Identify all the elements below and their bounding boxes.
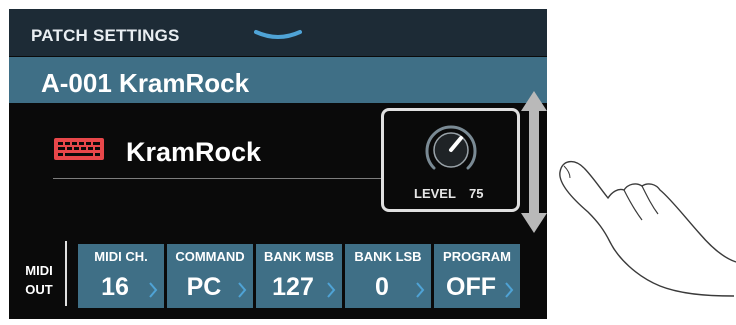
param-label: BANK MSB (263, 249, 335, 264)
midi-out-label: MIDI OUT (19, 261, 59, 299)
param-value: PC (186, 273, 222, 301)
midi-out-line1: MIDI (25, 263, 53, 278)
param-command[interactable]: COMMAND PC (167, 244, 253, 308)
device-screen: PATCH SETTINGS A-001 KramRock KramRock L… (9, 9, 547, 319)
param-label: COMMAND (175, 249, 245, 264)
page-title: PATCH SETTINGS (31, 26, 180, 45)
param-value: 0 (375, 273, 389, 301)
level-control[interactable]: LEVEL 75 (381, 108, 520, 212)
param-midi-channel[interactable]: MIDI CH. 16 (78, 244, 164, 308)
param-bank-msb[interactable]: BANK MSB 127 (256, 244, 342, 308)
param-label: PROGRAM (443, 249, 511, 264)
chevron-down-icon[interactable] (254, 29, 302, 43)
midi-divider (65, 241, 67, 306)
param-value: 127 (272, 273, 314, 301)
param-bank-lsb[interactable]: BANK LSB 0 (345, 244, 431, 308)
param-value: OFF (446, 273, 496, 301)
instrument-name: KramRock (126, 137, 262, 167)
divider (53, 178, 383, 179)
param-label: BANK LSB (354, 249, 422, 264)
chevron-right-icon (416, 282, 425, 298)
chevron-right-icon (327, 282, 336, 298)
level-label: LEVEL (414, 186, 456, 201)
header-bar: PATCH SETTINGS (9, 9, 547, 56)
chevron-right-icon (238, 282, 247, 298)
param-label: MIDI CH. (94, 249, 148, 264)
param-value: 16 (101, 273, 129, 301)
param-program[interactable]: PROGRAM OFF (434, 244, 520, 308)
keyboard-icon (54, 138, 104, 160)
hand-swipe-gesture-icon (559, 161, 736, 297)
chevron-right-icon (149, 282, 158, 298)
level-value: 75 (469, 186, 484, 201)
midi-out-line2: OUT (25, 282, 53, 297)
chevron-right-icon (505, 282, 514, 298)
patch-name: A-001 KramRock (41, 68, 250, 98)
knob-icon[interactable] (421, 120, 481, 178)
